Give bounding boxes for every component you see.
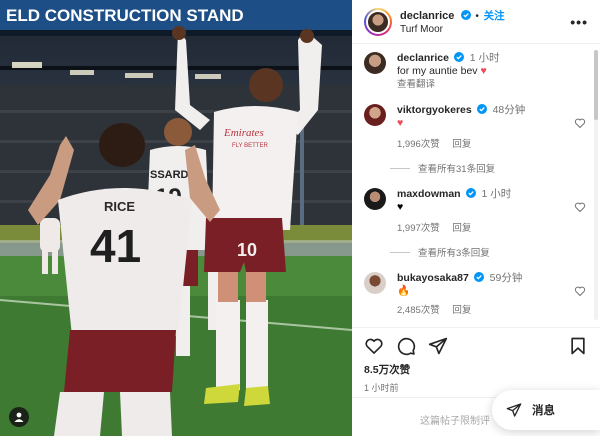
heart-outline-icon[interactable] — [574, 285, 586, 297]
see-translation-link[interactable]: 查看翻译 — [397, 78, 584, 91]
messages-button[interactable]: 消息 — [492, 390, 600, 430]
svg-text:FLY BETTER: FLY BETTER — [232, 143, 268, 149]
comment-username[interactable]: maxdowman — [397, 188, 461, 200]
tagged-users-button[interactable] — [9, 407, 29, 427]
person-icon — [14, 412, 24, 422]
comments-scrollbar[interactable] — [594, 50, 598, 320]
comment-item: maxdowman 1 小时 ♥ 1,997次赞 回复 — [364, 188, 592, 235]
comment-likes[interactable]: 2,485次赞 — [397, 305, 440, 316]
messages-label: 消息 — [532, 405, 555, 417]
comment-item: viktorgyokeres 48分钟 ♥ 1,996次赞 回复 — [364, 104, 592, 151]
caption-avatar[interactable] — [364, 52, 386, 74]
instagram-post-modal: ELD CONSTRUCTION STAND SSARD Emirates FL… — [0, 0, 600, 436]
comments-limited-note: 这篇帖子限制评 — [420, 416, 490, 427]
verified-badge-icon — [473, 272, 484, 282]
view-replies-link[interactable]: 查看所有3条回复 — [418, 245, 592, 259]
heart-outline-icon[interactable] — [574, 201, 586, 213]
view-replies-link[interactable]: 查看所有31条回复 — [418, 161, 592, 175]
commenter-avatar[interactable] — [364, 272, 386, 294]
caption: declanrice 1 小时 for my auntie bev ♥ 查看翻译 — [364, 52, 592, 91]
caption-text: for my auntie bev — [397, 65, 478, 77]
comment-username[interactable]: bukayosaka87 — [397, 272, 469, 284]
location-link[interactable]: Turf Moor — [400, 23, 570, 36]
reply-button[interactable]: 回复 — [452, 139, 471, 150]
follow-button[interactable]: 关注 — [484, 10, 505, 22]
verified-badge-icon — [476, 104, 487, 114]
author-username[interactable]: declanrice — [400, 10, 454, 22]
post-details-panel: declanrice • 关注 Turf Moor ••• declanrice — [352, 0, 600, 436]
player-front-number: 41 — [90, 220, 141, 272]
caption-body: declanrice 1 小时 for my auntie bev ♥ 查看翻译 — [397, 52, 584, 91]
comment-body: bukayosaka87 59分钟 🔥 2,485次赞 回复 — [397, 272, 584, 317]
player-back-name: SSARD — [150, 169, 189, 181]
comments-list[interactable]: declanrice 1 小时 for my auntie bev ♥ 查看翻译 — [352, 44, 592, 327]
comment-likes[interactable]: 1,997次赞 — [397, 223, 440, 234]
player-center-number: 10 — [237, 240, 257, 260]
player-center-sponsor: Emirates — [223, 127, 264, 139]
verified-badge-icon — [453, 52, 464, 62]
caption-time: 1 小时 — [469, 52, 500, 64]
caption-username[interactable]: declanrice — [397, 52, 449, 64]
paper-plane-icon — [506, 403, 522, 417]
commenter-avatar[interactable] — [364, 188, 386, 210]
commenter-avatar[interactable] — [364, 104, 386, 126]
comment-time: 48分钟 — [492, 104, 526, 116]
comment-body: viktorgyokeres 48分钟 ♥ 1,996次赞 回复 — [397, 104, 584, 151]
photo-scene: ELD CONSTRUCTION STAND SSARD Emirates FL… — [0, 0, 352, 436]
scrollbar-thumb[interactable] — [594, 50, 598, 120]
comment-text: ♥ — [397, 201, 404, 213]
heart-outline-icon[interactable] — [574, 117, 586, 129]
comment-text: ♥ — [397, 117, 404, 129]
comment-item: bukayosaka87 59分钟 🔥 2,485次赞 回复 — [364, 272, 592, 317]
comment-footer: 这篇帖子限制评 消息 — [352, 390, 600, 436]
comment-bubble-icon[interactable] — [396, 336, 416, 356]
reply-button[interactable]: 回复 — [452, 223, 471, 234]
author-avatar[interactable] — [364, 7, 392, 36]
player-front-name: RICE — [104, 199, 135, 214]
post-actions: 8.5万次赞 1 小时前 — [352, 327, 600, 394]
verified-badge-icon — [465, 188, 476, 198]
heart-outline-icon[interactable] — [364, 336, 384, 356]
reply-button[interactable]: 回复 — [452, 305, 471, 316]
stand-sign-text: ELD CONSTRUCTION STAND — [6, 6, 244, 25]
likes-count[interactable]: 8.5万次赞 — [364, 362, 588, 377]
header-text: declanrice • 关注 Turf Moor — [400, 8, 570, 36]
comment-username[interactable]: viktorgyokeres — [397, 104, 472, 116]
red-heart-emoji: ♥ — [480, 65, 487, 77]
verified-badge-icon — [460, 9, 471, 20]
comment-time: 59分钟 — [489, 272, 523, 284]
bookmark-icon[interactable] — [568, 336, 588, 356]
comment-body: maxdowman 1 小时 ♥ 1,997次赞 回复 — [397, 188, 584, 235]
more-options-button[interactable]: ••• — [570, 14, 588, 30]
fire-emoji: 🔥 — [397, 285, 411, 297]
comment-time: 1 小时 — [481, 188, 512, 200]
comment-likes[interactable]: 1,996次赞 — [397, 139, 440, 150]
post-photo[interactable]: ELD CONSTRUCTION STAND SSARD Emirates FL… — [0, 0, 352, 436]
post-header: declanrice • 关注 Turf Moor ••• — [352, 0, 600, 44]
paper-plane-icon[interactable] — [428, 336, 448, 356]
